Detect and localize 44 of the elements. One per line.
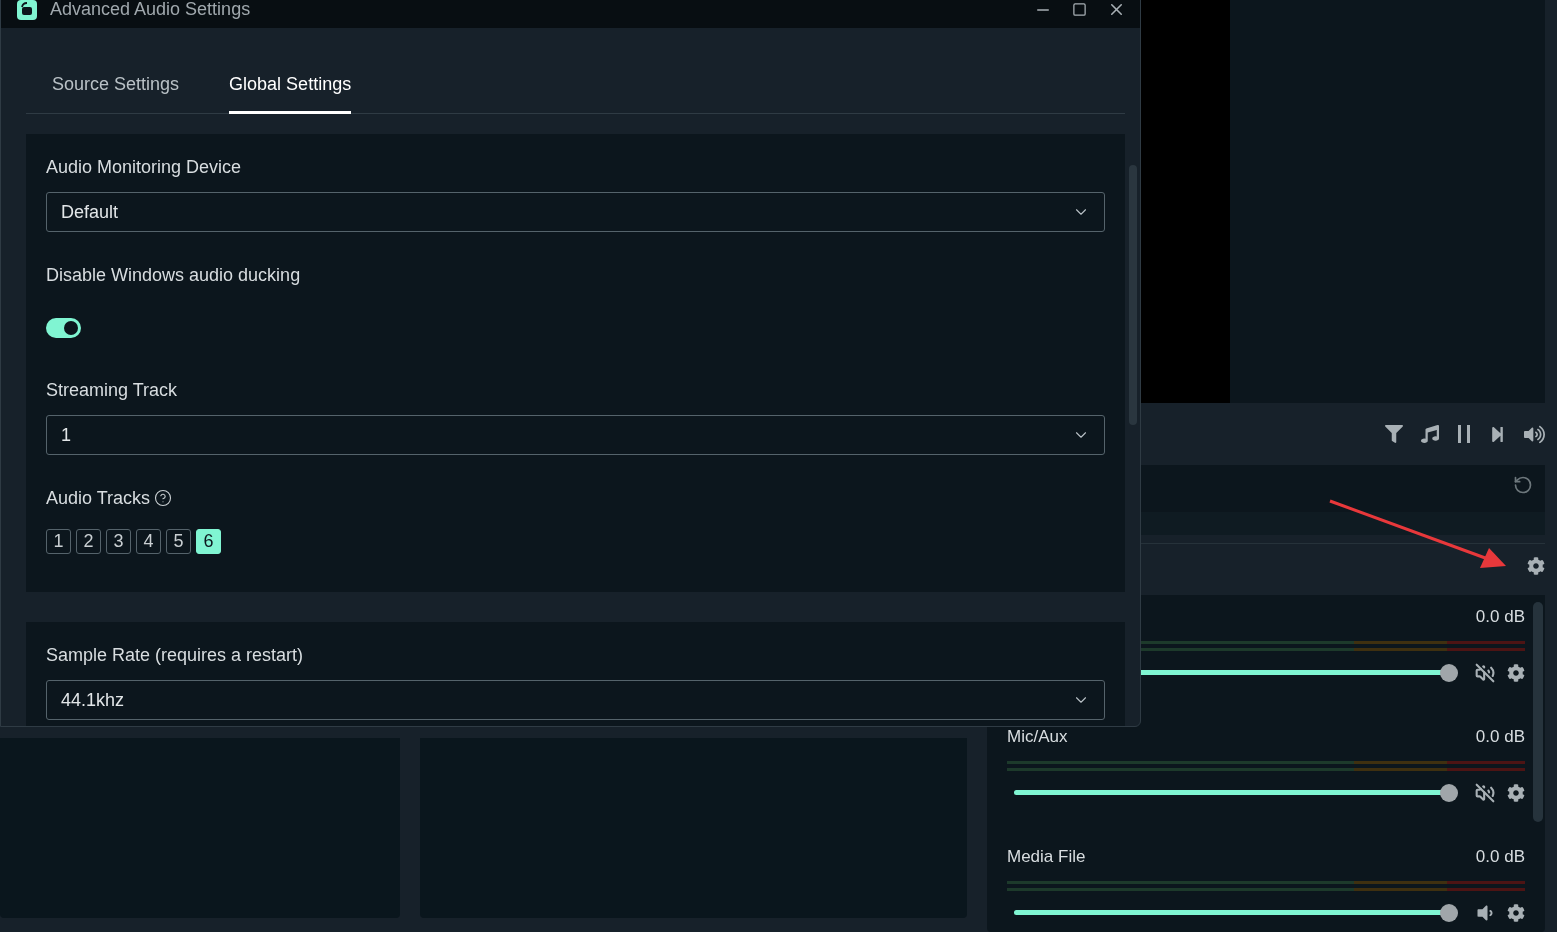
track-toggle[interactable]: 3 <box>106 529 131 554</box>
field-label: Streaming Track <box>46 378 179 402</box>
slider-thumb[interactable] <box>1440 904 1459 922</box>
track-toggle[interactable]: 1 <box>46 529 71 554</box>
help-icon[interactable] <box>154 489 173 507</box>
skip-forward-icon[interactable] <box>1489 425 1506 443</box>
slider-thumb[interactable] <box>1440 784 1459 802</box>
volume-reading: 0.0 dB <box>1475 847 1525 867</box>
toggle-switch[interactable] <box>46 318 81 338</box>
volume-slider[interactable] <box>1014 904 1458 922</box>
music-note-icon[interactable] <box>1421 425 1439 443</box>
tab[interactable]: Source Settings <box>52 66 180 114</box>
field-label: Audio Monitoring Device <box>46 155 243 179</box>
track-toggle[interactable]: 6 <box>196 529 221 554</box>
settings-icon[interactable] <box>1527 556 1545 575</box>
scrollbar[interactable] <box>1533 602 1543 822</box>
track-toggle[interactable]: 4 <box>136 529 161 554</box>
slider-thumb[interactable] <box>1440 664 1459 682</box>
field-label: Sample Rate (requires a restart) <box>46 643 305 667</box>
volume-reading: 0.0 dB <box>1475 727 1525 747</box>
maximize-icon[interactable] <box>1072 2 1087 17</box>
tab[interactable]: Global Settings <box>229 66 352 114</box>
settings-icon[interactable] <box>1507 664 1525 682</box>
settings-icon[interactable] <box>1507 784 1525 802</box>
speaker-muted-icon[interactable] <box>1475 783 1495 803</box>
pause-icon[interactable] <box>1457 425 1471 443</box>
settings-icon[interactable] <box>1507 904 1525 922</box>
track-toggle[interactable]: 2 <box>76 529 101 554</box>
source-name: Mic/Aux <box>1007 727 1068 747</box>
dropdown[interactable]: Default <box>46 192 1105 232</box>
track-toggle[interactable]: 5 <box>166 529 191 554</box>
field-label: Disable Windows audio ducking <box>46 263 302 287</box>
window-title: Advanced Audio Settings <box>50 0 252 20</box>
dropdown[interactable]: 44.1khz <box>46 680 1105 720</box>
volume-reading: 0.0 dB <box>1475 607 1525 627</box>
dropdown[interactable]: 1 <box>46 415 1105 455</box>
volume-slider[interactable] <box>1014 784 1458 802</box>
source-name: Media File <box>1007 847 1086 867</box>
speaker-muted-icon[interactable] <box>1475 663 1495 683</box>
field-label: Audio Tracks <box>46 487 151 509</box>
refresh-icon[interactable] <box>1513 475 1533 495</box>
speaker-icon[interactable] <box>1475 903 1495 923</box>
filter-icon[interactable] <box>1385 425 1403 443</box>
speaker-icon[interactable] <box>1524 423 1545 445</box>
